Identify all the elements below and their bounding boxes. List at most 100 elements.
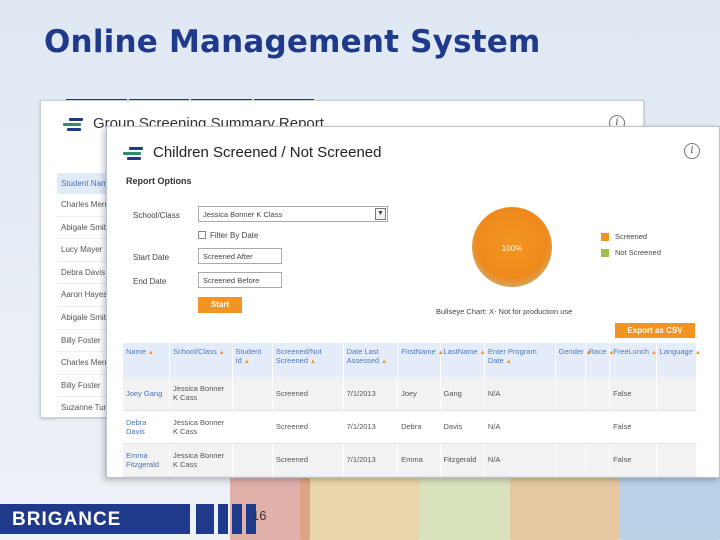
column-header-label: Language — [659, 347, 693, 356]
table-cell — [656, 377, 698, 411]
end-date-field[interactable]: Screened Before — [198, 272, 282, 288]
chevron-down-icon[interactable]: ▼ — [375, 208, 386, 220]
report-options-heading: Report Options — [126, 176, 192, 186]
table-cell — [555, 443, 586, 477]
table-cell — [585, 377, 611, 411]
table-cell: Jessica Bonner K Cass — [169, 410, 233, 444]
chart-note: Bullseye Chart: X- Not for production us… — [436, 307, 573, 316]
table-cell: 7/1/2013 — [343, 410, 399, 444]
sort-arrow-icon[interactable]: ▲ — [480, 350, 486, 356]
school-class-select[interactable]: Jessica Bonner K Class ▼ — [198, 206, 388, 222]
sort-arrow-icon[interactable]: ▲ — [244, 359, 250, 365]
end-date-label: End Date — [133, 277, 167, 286]
table-cell — [232, 443, 273, 477]
legend-label: Not Screened — [615, 248, 661, 257]
table-cell: Jessica Bonner K Cass — [169, 443, 233, 477]
column-header[interactable]: School/Class ▲ — [169, 343, 233, 377]
sort-arrow-icon[interactable]: ▲ — [381, 359, 387, 365]
filter-by-date-checkbox[interactable] — [198, 231, 206, 239]
table-row: Joey Gang Jessica Bonner K Cass Screened 7/… — [123, 377, 698, 411]
table-cell: N/A — [484, 377, 556, 411]
column-header[interactable]: Race ▲ — [585, 343, 614, 377]
table-row: Emma Fitzgerald Jessica Bonner K Cass Scre… — [123, 443, 698, 477]
page-number: 16 — [252, 508, 267, 523]
column-header[interactable]: Screened/Not Screened ▲ — [272, 343, 344, 377]
legend-label: Screened — [615, 232, 648, 241]
table-cell: Screened — [272, 443, 344, 477]
legend-swatch-screened — [601, 232, 609, 241]
window-title: Children Screened / Not Screened — [153, 144, 382, 161]
start-date-field[interactable]: Screened After — [198, 248, 282, 264]
table-cell: Emma — [397, 443, 441, 477]
column-header[interactable]: LastName ▲ — [440, 343, 486, 377]
column-header[interactable]: Date Last Assessed ▲ — [343, 343, 399, 377]
table-cell: Joey — [397, 377, 441, 411]
school-class-value: Jessica Bonner K Class — [203, 210, 283, 219]
table-cell: 7/1/2013 — [343, 443, 399, 477]
table-cell: Screened — [272, 410, 344, 444]
brigance-logo-icon — [63, 117, 85, 131]
table-cell: Screened — [272, 377, 344, 411]
brigance-logo-icon — [123, 146, 145, 160]
legend-not-screened: Not Screened — [601, 248, 661, 257]
child-name-link[interactable]: Emma Fitzgerald — [123, 443, 170, 477]
column-header-label: FreeLunch — [613, 347, 649, 356]
table-cell — [656, 410, 698, 444]
column-header-label: Enter Program Date — [487, 347, 537, 365]
table-cell: N/A — [484, 410, 556, 444]
column-header-label: Name — [126, 347, 147, 356]
sort-arrow-icon[interactable]: ▲ — [148, 350, 154, 356]
table-cell: Debra — [397, 410, 441, 444]
table-cell — [232, 410, 273, 444]
table-cell: 7/1/2013 — [343, 377, 399, 411]
column-header-label: LastName — [443, 347, 478, 356]
column-header-label: Race — [588, 347, 607, 356]
table-cell: False — [609, 410, 657, 444]
column-header[interactable]: Gender▲ — [555, 343, 592, 377]
table-cell — [585, 443, 611, 477]
column-header[interactable]: Enter Program Date ▲ — [484, 343, 556, 377]
table-cell — [555, 410, 586, 444]
column-header-label: School/Class — [172, 347, 217, 356]
column-header-label: FirstName — [401, 347, 436, 356]
column-header[interactable]: Name ▲ — [123, 343, 170, 377]
table-cell — [555, 377, 586, 411]
table-cell: Gang — [440, 377, 485, 411]
sort-arrow-icon[interactable]: ▲ — [219, 350, 225, 356]
sort-arrow-icon[interactable]: ▲ — [695, 350, 701, 356]
info-icon[interactable]: i — [684, 143, 700, 159]
filter-by-date-label: Filter By Date — [210, 231, 259, 240]
legend-swatch-not-screened — [601, 248, 609, 257]
column-header-label: Gender — [558, 347, 584, 356]
footer-stripes — [196, 504, 256, 534]
table-cell: False — [609, 443, 657, 477]
sort-arrow-icon[interactable]: ▲ — [506, 359, 512, 365]
column-header[interactable]: Student Id ▲ — [232, 343, 273, 377]
child-name-link[interactable]: Debra Davis — [123, 410, 170, 444]
column-header[interactable]: Language ▲ — [656, 343, 701, 377]
column-header[interactable]: FirstName ▲ — [397, 343, 444, 377]
pie-label: 100% — [502, 244, 522, 253]
child-name-link[interactable]: Joey Gang — [123, 377, 170, 411]
export-csv-button[interactable]: Export as CSV — [615, 323, 695, 338]
start-date-label: Start Date — [133, 253, 170, 262]
table-cell — [656, 443, 698, 477]
table-row: Debra Davis Jessica Bonner K Cass Screened… — [123, 410, 698, 444]
column-header-label: Date Last Assessed — [346, 347, 380, 365]
school-class-label: School/Class — [133, 211, 180, 220]
children-table: Name ▲ School/Class ▲ Student Id ▲ Screened/No… — [123, 343, 701, 477]
table-cell — [232, 377, 273, 411]
sort-arrow-icon[interactable]: ▲ — [651, 350, 657, 356]
start-button[interactable]: Start — [198, 297, 242, 313]
table-cell: Davis — [440, 410, 485, 444]
column-header[interactable]: FreeLunch ▲ — [609, 343, 657, 377]
table-cell: N/A — [484, 443, 556, 477]
legend-screened: Screened — [601, 232, 647, 241]
table-cell — [585, 410, 611, 444]
children-screened-window: Children Screened / Not Screened i Repor… — [106, 126, 720, 478]
brigance-logo: BRIGANCE — [12, 509, 122, 530]
sort-arrow-icon[interactable]: ▲ — [310, 359, 316, 365]
slide-title: Online Management System — [44, 24, 541, 60]
table-cell: Jessica Bonner K Cass — [169, 377, 233, 411]
screening-pie-chart: 100% — [472, 207, 552, 287]
